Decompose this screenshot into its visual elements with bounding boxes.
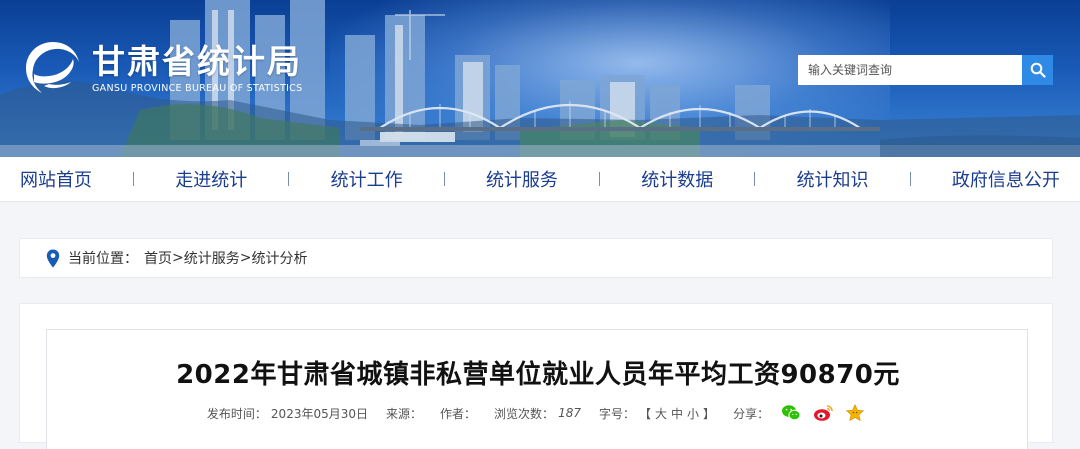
nav-item-knowledge[interactable]: 统计知识 (797, 166, 869, 192)
nav-item-about[interactable]: 走进统计 (175, 166, 247, 192)
font-size-large-button[interactable]: 大 (655, 405, 667, 422)
publish-date: 2023年05月30日 (270, 406, 369, 421)
publish-label: 发布时间： (206, 406, 267, 421)
nav-divider (133, 172, 135, 186)
breadcrumb-separator: > (239, 250, 252, 266)
nav-item-services[interactable]: 统计服务 (486, 166, 558, 192)
font-size-bracket-open: 【 (638, 406, 651, 421)
breadcrumb-analysis[interactable]: 统计分析 (251, 248, 307, 268)
article-meta: 发布时间： 2023年05月30日 来源： 作者： 浏览次数： 187 字号： … (47, 403, 1029, 423)
nav-item-work[interactable]: 统计工作 (331, 166, 403, 192)
nav-item-gov-info[interactable]: 政府信息公开 (952, 166, 1060, 192)
header-banner: 甘肃省统计局 GANSU PROVINCE BUREAU OF STATISTI… (0, 0, 1080, 157)
article-panel: 2022年甘肃省城镇非私营单位就业人员年平均工资90870元 发布时间： 202… (46, 329, 1028, 449)
nav-divider (443, 172, 445, 186)
main-nav: 网站首页 走进统计 统计工作 统计服务 统计数据 统计知识 政府信息公开 (0, 157, 1080, 202)
nav-item-data[interactable]: 统计数据 (641, 166, 713, 192)
site-logo[interactable]: 甘肃省统计局 GANSU PROVINCE BUREAU OF STATISTI… (22, 38, 302, 98)
search-bar (798, 55, 1053, 85)
location-pin-icon (46, 249, 60, 267)
article-container: 2022年甘肃省城镇非私营单位就业人员年平均工资90870元 发布时间： 202… (19, 303, 1053, 449)
share-label: 分享： (733, 406, 770, 421)
views-label: 浏览次数： (494, 406, 555, 421)
nav-item-home[interactable]: 网站首页 (20, 166, 92, 192)
favorite-star-icon[interactable] (845, 403, 865, 423)
views-count: 187 (558, 406, 581, 420)
author-label: 作者： (440, 406, 477, 421)
font-size-bracket-close: 】 (703, 406, 716, 421)
wechat-icon[interactable] (781, 403, 801, 423)
breadcrumb-separator: > (172, 250, 184, 266)
nav-divider (599, 172, 601, 186)
article-title: 2022年甘肃省城镇非私营单位就业人员年平均工资90870元 (176, 360, 900, 390)
breadcrumb-label: 当前位置： (68, 251, 138, 267)
nav-divider (754, 172, 756, 186)
font-size-label: 字号： (598, 406, 635, 421)
search-input[interactable] (798, 55, 1022, 85)
font-size-small-button[interactable]: 小 (687, 405, 699, 422)
search-icon (1030, 62, 1046, 78)
nav-divider (288, 172, 290, 186)
breadcrumb-services[interactable]: 统计服务 (184, 248, 240, 268)
source-label: 来源： (386, 406, 423, 421)
breadcrumb: 当前位置： 首页 > 统计服务 > 统计分析 (19, 238, 1053, 278)
breadcrumb-home[interactable]: 首页 (144, 248, 172, 268)
font-size-medium-button[interactable]: 中 (671, 405, 683, 422)
nav-divider (909, 172, 911, 186)
site-title: 甘肃省统计局 (92, 41, 302, 81)
weibo-icon[interactable] (813, 403, 833, 423)
site-subtitle: GANSU PROVINCE BUREAU OF STATISTICS (92, 82, 303, 94)
bureau-emblem-icon (26, 42, 79, 93)
search-button[interactable] (1022, 55, 1053, 85)
